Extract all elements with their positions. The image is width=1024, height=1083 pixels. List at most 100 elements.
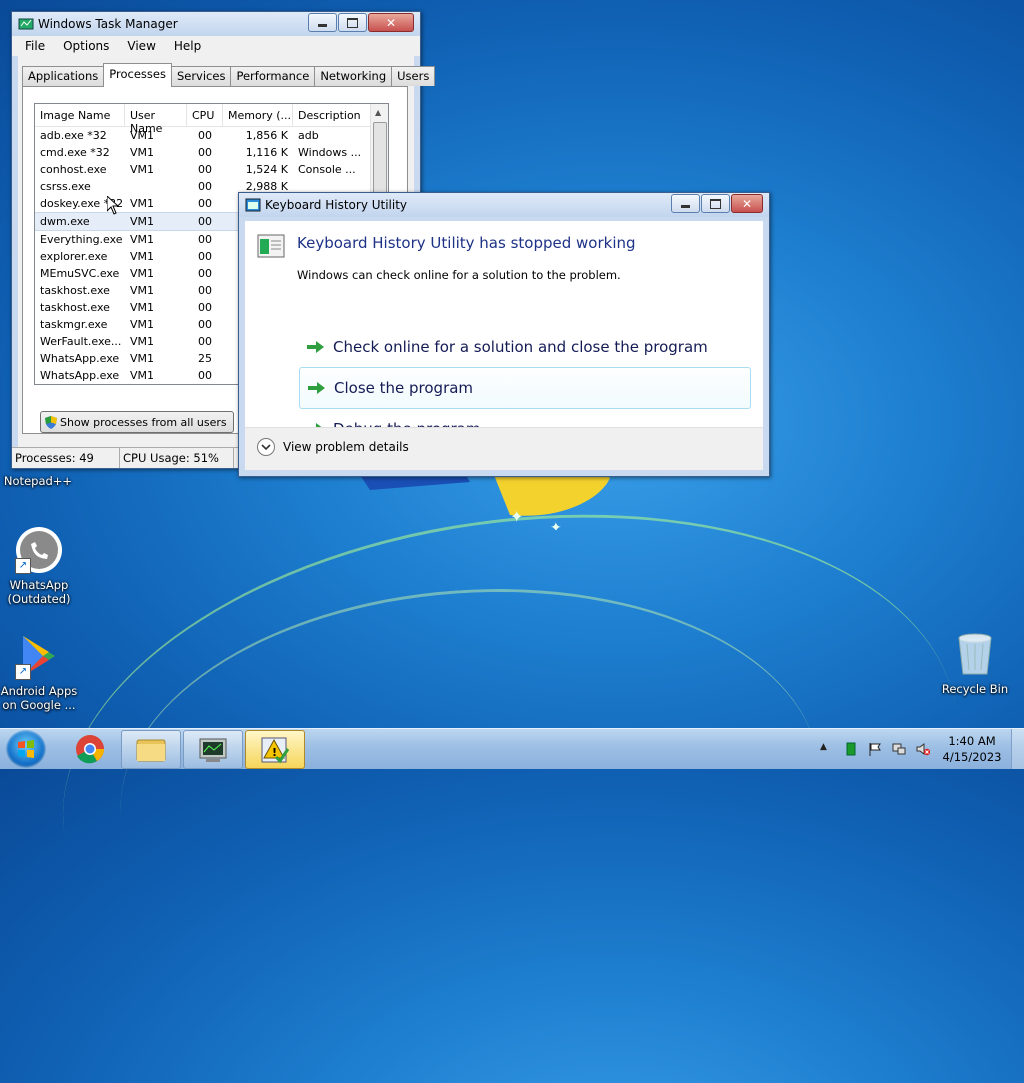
close-icon: ✕	[385, 15, 397, 30]
close-icon: ✕	[741, 196, 753, 211]
cell-image-name: adb.exe *32	[40, 129, 107, 142]
start-button[interactable]	[6, 730, 46, 768]
desktop-icon-notepadpp[interactable]: Notepad++	[0, 474, 78, 488]
tab-processes[interactable]: Processes	[103, 63, 172, 87]
menu-file[interactable]: File	[16, 36, 54, 56]
view-details-expander[interactable]	[257, 438, 275, 456]
taskbar-task-manager[interactable]	[183, 730, 243, 769]
error-dialog-titlebar[interactable]: Keyboard History Utility ✕	[239, 193, 769, 217]
maximize-button[interactable]	[338, 13, 367, 32]
uac-shield-icon	[45, 415, 57, 429]
maximize-button[interactable]	[701, 194, 730, 213]
cell-user-name: VM1	[130, 318, 155, 331]
cell-image-name: taskmgr.exe	[40, 318, 108, 331]
network-icon[interactable]	[892, 742, 906, 756]
cell-description: Windows ...	[298, 146, 362, 159]
desktop-icon-recycle-bin[interactable]: Recycle Bin	[935, 630, 1015, 696]
volume-muted-icon[interactable]	[916, 742, 930, 756]
cell-image-name: MEmuSVC.exe	[40, 267, 120, 280]
close-button[interactable]: ✕	[368, 13, 414, 32]
cell-memory: 1,524 K	[245, 163, 288, 176]
error-dialog-content: Keyboard History Utility has stopped wor…	[245, 221, 763, 470]
close-program-button[interactable]: Close the program	[299, 367, 751, 409]
column-header-cpu[interactable]: CPU	[187, 104, 223, 126]
tab-applications[interactable]: Applications	[22, 66, 105, 86]
chevron-down-icon	[261, 444, 271, 451]
recycle-bin-icon	[951, 630, 999, 678]
error-subtext: Windows can check online for a solution …	[297, 268, 621, 282]
task-manager-icon	[18, 18, 34, 30]
tab-performance[interactable]: Performance	[230, 66, 316, 86]
error-heading: Keyboard History Utility has stopped wor…	[297, 234, 636, 252]
minimize-button[interactable]	[308, 13, 337, 32]
cell-image-name: WhatsApp.exe	[40, 352, 120, 365]
clock-date: 4/15/2023	[942, 750, 1002, 764]
cell-image-name: WhatsApp.exe	[40, 369, 120, 382]
cell-cpu: 00	[198, 197, 212, 210]
cell-user-name: VM1	[130, 197, 155, 210]
desktop-icon-android-apps[interactable]: ↗ Android Apps on Google ...	[0, 632, 79, 712]
task-manager-titlebar[interactable]: Windows Task Manager ✕	[12, 12, 420, 36]
desktop-icon-label: WhatsApp (Outdated)	[7, 578, 71, 606]
desktop-icon-label: Recycle Bin	[941, 682, 1009, 696]
check-online-button[interactable]: Check online for a solution and close th…	[299, 327, 749, 367]
desktop-icon-whatsapp[interactable]: ↗ WhatsApp (Outdated)	[0, 526, 79, 606]
check-online-label: Check online for a solution and close th…	[333, 338, 708, 356]
green-arrow-icon	[308, 382, 325, 394]
cell-image-name: dwm.exe	[40, 215, 90, 228]
folder-icon	[136, 739, 166, 762]
cell-cpu: 00	[198, 146, 212, 159]
close-button[interactable]: ✕	[731, 194, 763, 213]
tab-services[interactable]: Services	[170, 66, 232, 86]
tab-networking[interactable]: Networking	[314, 66, 393, 86]
show-desktop-button[interactable]	[1011, 729, 1024, 769]
cell-description: adb	[298, 129, 319, 142]
process-row[interactable]: cmd.exe *32 VM1 00 1,116 K Windows ...	[35, 144, 388, 161]
close-program-label: Close the program	[334, 379, 474, 397]
taskbar-error-reporting[interactable]: !	[245, 730, 305, 769]
memory-indicator-icon[interactable]	[844, 742, 858, 756]
scroll-up-icon[interactable]: ▲	[375, 108, 381, 117]
tab-users[interactable]: Users	[391, 66, 436, 86]
show-all-processes-button[interactable]: Show processes from all users	[40, 411, 234, 433]
column-header-description[interactable]: Description	[293, 104, 373, 126]
problem-report-icon: !	[261, 737, 290, 764]
google-play-icon: ↗	[15, 632, 63, 680]
cell-user-name: VM1	[130, 250, 155, 263]
chrome-icon	[76, 735, 104, 764]
view-problem-details-link[interactable]: View problem details	[283, 440, 409, 454]
action-center-flag-icon[interactable]	[868, 742, 882, 756]
cell-cpu: 00	[198, 250, 212, 263]
cell-cpu: 00	[198, 284, 212, 297]
column-header-memory[interactable]: Memory (...	[223, 104, 293, 126]
menu-bar: File Options View Help	[12, 36, 420, 56]
status-processes: Processes: 49	[12, 448, 120, 468]
column-header-user-name[interactable]: User Name	[125, 104, 187, 135]
process-row[interactable]: conhost.exe VM1 00 1,524 K Console ...	[35, 161, 388, 178]
cell-memory: 1,116 K	[245, 146, 288, 159]
mouse-cursor-icon	[107, 196, 119, 215]
minimize-button[interactable]	[671, 194, 700, 213]
show-hidden-icons-icon[interactable]: ▲	[820, 742, 834, 756]
minimize-icon	[681, 204, 690, 208]
cell-image-name: explorer.exe	[40, 250, 108, 263]
clock[interactable]: 1:40 AM 4/15/2023	[939, 733, 1005, 765]
taskbar-chrome[interactable]	[60, 730, 120, 769]
column-header-image-name[interactable]: Image Name	[35, 104, 125, 126]
cell-image-name: conhost.exe	[40, 163, 107, 176]
minimize-icon	[318, 23, 327, 27]
process-row[interactable]: adb.exe *32 VM1 00 1,856 Kadb	[35, 127, 388, 144]
menu-view[interactable]: View	[118, 36, 164, 56]
cell-image-name: taskhost.exe	[40, 284, 110, 297]
menu-help[interactable]: Help	[165, 36, 210, 56]
taskbar-explorer[interactable]	[121, 730, 181, 769]
menu-options[interactable]: Options	[54, 36, 118, 56]
system-tray: ▲ 1:40 AM 4/15/2023	[815, 729, 1024, 769]
cell-cpu: 00	[198, 369, 212, 382]
cell-description: Console ...	[298, 163, 356, 176]
desktop-icon-label: Notepad++	[3, 474, 73, 488]
maximize-icon	[347, 17, 358, 28]
desktop-icon-label: Android Apps on Google ...	[0, 684, 78, 712]
task-manager-icon	[199, 738, 227, 762]
cell-cpu: 00	[198, 215, 212, 228]
